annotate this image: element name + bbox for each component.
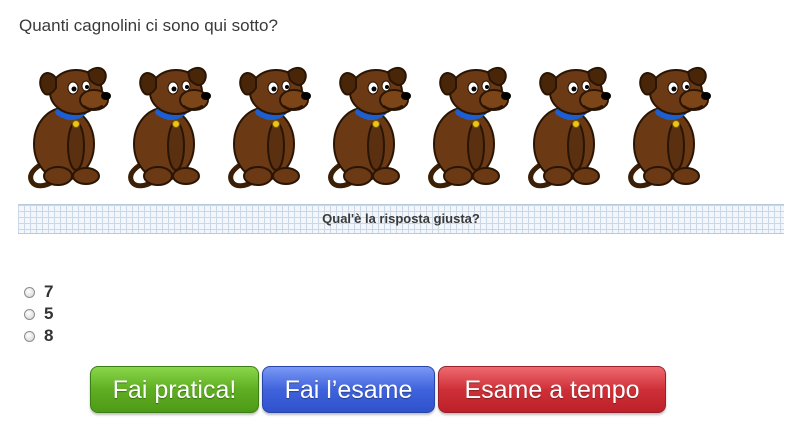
radio-button[interactable] bbox=[24, 286, 35, 298]
practice-button[interactable]: Fai pratica! bbox=[90, 366, 259, 413]
dog-icon bbox=[518, 60, 618, 190]
dog-icon bbox=[418, 60, 518, 190]
exam-button[interactable]: Fai l’esame bbox=[262, 366, 435, 413]
dog-icon bbox=[18, 60, 118, 190]
answer-option[interactable]: 5 bbox=[24, 303, 53, 325]
answer-option[interactable]: 7 bbox=[24, 281, 53, 303]
radio-button[interactable] bbox=[24, 330, 35, 342]
dog-icon bbox=[118, 60, 218, 190]
answer-option-label: 5 bbox=[44, 304, 54, 323]
answer-option-label: 7 bbox=[44, 282, 54, 301]
radio-button[interactable] bbox=[24, 308, 35, 320]
dog-icon bbox=[318, 60, 418, 190]
dog-icon bbox=[618, 60, 718, 190]
question-text: Quanti cagnolini ci sono qui sotto? bbox=[19, 16, 278, 35]
answer-options: 7 5 8 bbox=[24, 281, 53, 347]
answer-option[interactable]: 8 bbox=[24, 325, 53, 347]
answer-option-label: 8 bbox=[44, 326, 54, 345]
dogs-illustration bbox=[18, 60, 738, 190]
answer-prompt: Qual'è la risposta giusta? bbox=[322, 211, 480, 226]
dog-icon bbox=[218, 60, 318, 190]
timed-exam-button[interactable]: Esame a tempo bbox=[438, 366, 666, 413]
answer-prompt-bar: Qual'è la risposta giusta? bbox=[18, 204, 784, 234]
